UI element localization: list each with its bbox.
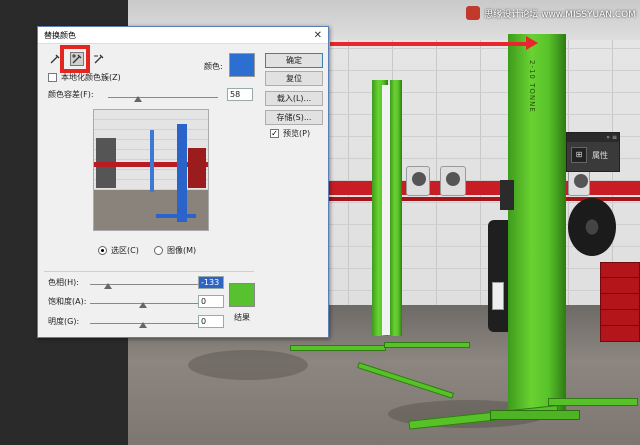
lightness-value[interactable]: 0 (198, 315, 224, 328)
view-selection-radio[interactable] (98, 246, 107, 255)
speaker (568, 168, 590, 196)
preview-checkbox[interactable] (270, 129, 279, 138)
lightness-label: 明度(G): (48, 317, 80, 326)
annotation-arrow (330, 42, 528, 46)
properties-label: 属性 (592, 150, 608, 160)
hue-label: 色相(H): (48, 278, 79, 287)
eyedropper-minus-icon[interactable] (92, 52, 106, 66)
view-image-radio[interactable] (154, 246, 163, 255)
localized-clusters-option[interactable]: 本地化颜色簇(Z) (48, 72, 121, 83)
hue-value[interactable]: -133 (198, 276, 224, 289)
reset-button[interactable]: 复位 (265, 71, 323, 86)
fuzziness-label: 颜色容差(F): (48, 90, 94, 99)
annotation-arrowhead (526, 36, 538, 50)
properties-icon[interactable]: ⊞ (571, 147, 587, 163)
ok-button[interactable]: 确定 (265, 53, 323, 68)
saturation-slider-thumb[interactable] (139, 302, 147, 308)
lift-post-front (508, 34, 566, 412)
close-icon[interactable]: ✕ (314, 30, 322, 41)
dialog-title: 替换颜色 (44, 30, 76, 40)
fuzziness-slider-thumb[interactable] (134, 96, 142, 102)
lift-arm (548, 398, 638, 406)
replace-color-dialog: 替换颜色 ✕ 本地化颜色簇(Z) 颜色: 颜色容差(F): 58 确定 复位 载… (37, 26, 329, 338)
collapse-icon[interactable]: » (606, 133, 610, 142)
properties-panel[interactable]: » ≡ ⊞ 属性 (566, 132, 620, 172)
lift-arm (290, 345, 386, 351)
save-button[interactable]: 存储(S)... (265, 110, 323, 125)
saturation-value[interactable]: 0 (198, 295, 224, 308)
highlight-box (60, 45, 90, 73)
dialog-titlebar[interactable]: 替换颜色 ✕ (38, 27, 328, 44)
localized-clusters-label: 本地化颜色簇(Z) (61, 73, 121, 82)
speaker (406, 166, 430, 196)
site-logo-icon (466, 6, 481, 20)
selection-preview (93, 109, 209, 231)
speaker (440, 166, 466, 196)
fuzziness-value[interactable]: 58 (227, 88, 253, 101)
panel-menu-icon[interactable]: ≡ (612, 133, 617, 142)
localized-clusters-checkbox[interactable] (48, 73, 57, 82)
preview-option[interactable]: 预览(P) (270, 128, 310, 139)
result-color-swatch[interactable] (229, 283, 255, 307)
tool-cabinet (600, 262, 640, 342)
view-selection-option[interactable]: 选区(C) (98, 245, 139, 256)
hue-slider-thumb[interactable] (104, 283, 112, 289)
color-label: 颜色: (204, 62, 223, 71)
floor-fan (568, 198, 616, 256)
selected-color-swatch[interactable] (229, 53, 255, 77)
saturation-label: 饱和度(A): (48, 297, 87, 306)
result-label: 结果 (234, 313, 250, 322)
post-label: 2-10 TONNE (528, 60, 536, 113)
fuzziness-slider[interactable] (108, 97, 218, 98)
load-button[interactable]: 载入(L)... (265, 91, 323, 106)
lift-arm (384, 342, 470, 348)
divider (44, 271, 254, 272)
preview-label: 预览(P) (283, 129, 311, 138)
view-image-option[interactable]: 图像(M) (154, 245, 196, 256)
lightness-slider-thumb[interactable] (139, 322, 147, 328)
watermark: 思缘设计论坛 www.MISSYUAN.COM (466, 6, 636, 20)
